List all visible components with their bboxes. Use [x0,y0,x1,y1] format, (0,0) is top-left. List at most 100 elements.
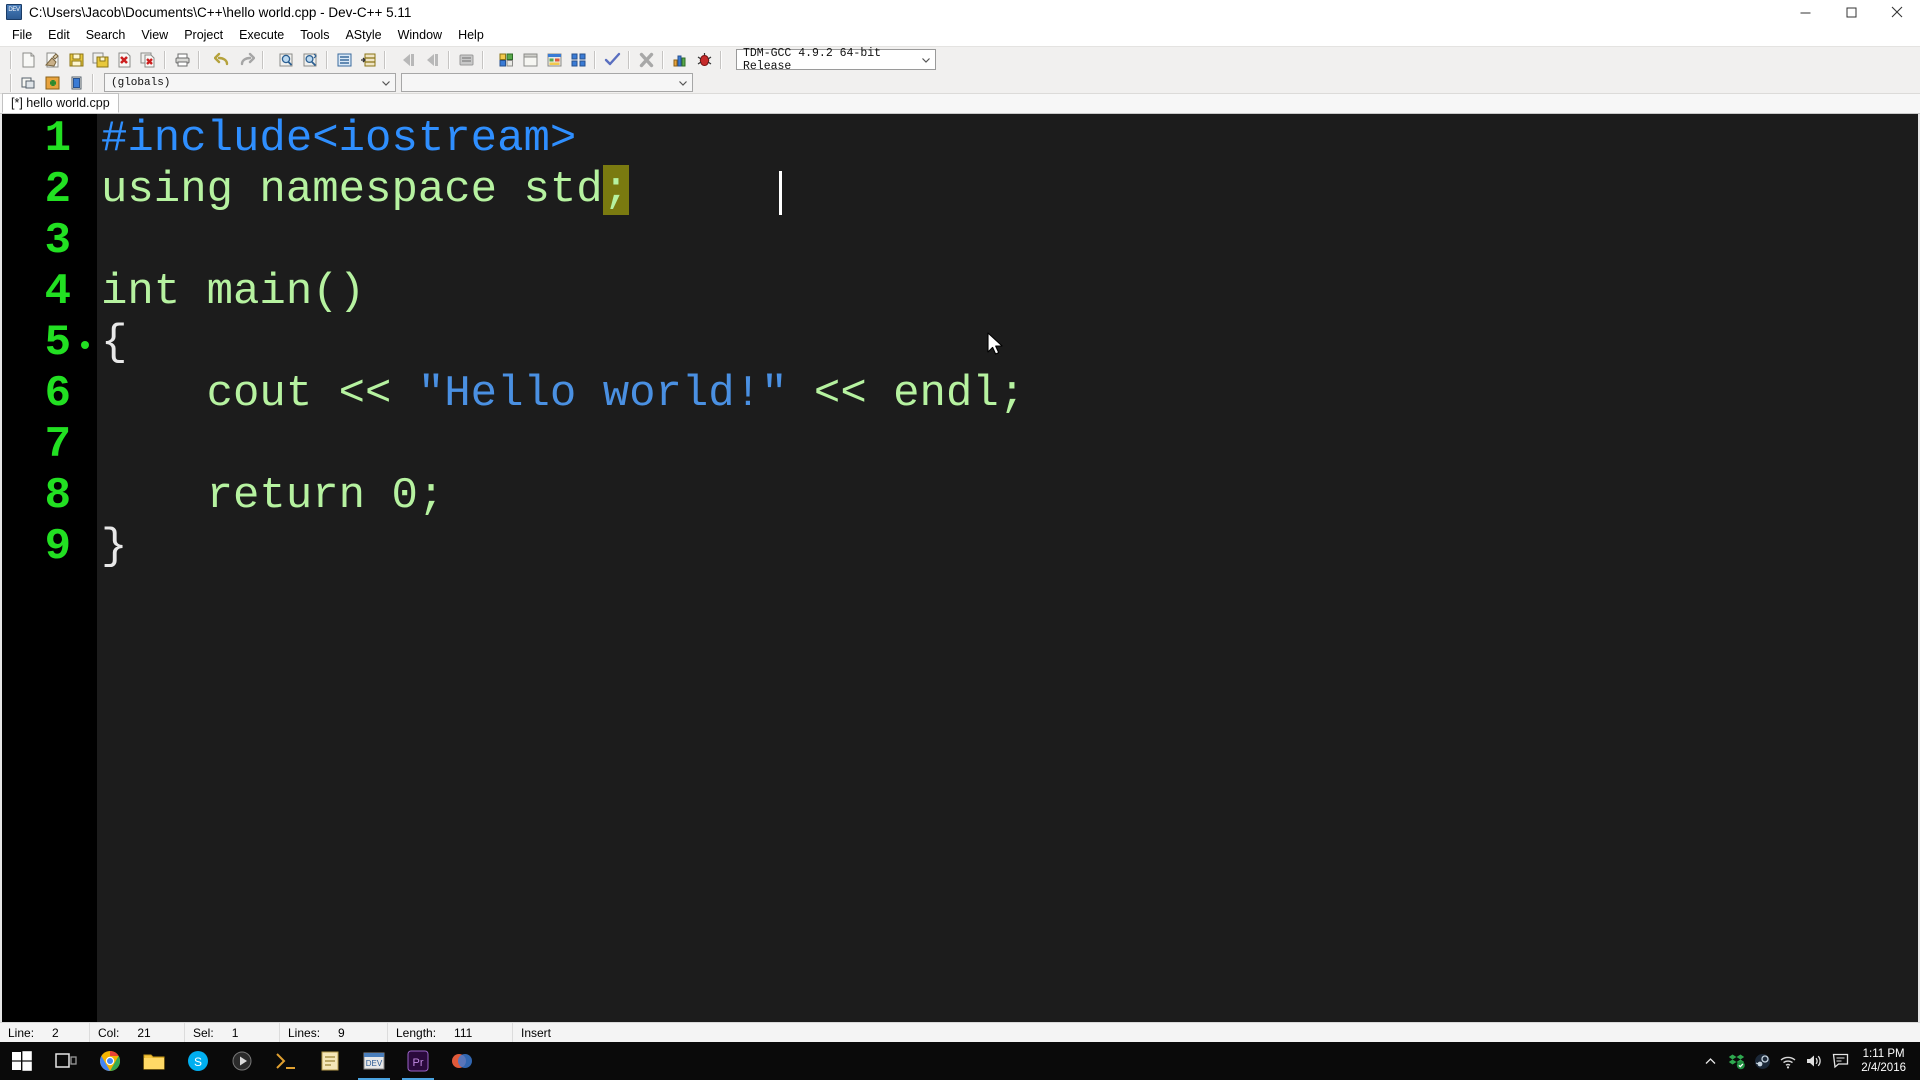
code-line: int main() [97,267,1918,318]
code-line: using namespace std; [97,165,1918,216]
toolbar-separator-1 [164,50,166,69]
status-lines: Lines: 9 [280,1022,388,1043]
dev-cpp-window: C:\Users\Jacob\Documents\C++\hello world… [0,0,1920,1080]
line-number: 1 [44,114,71,164]
replace-button[interactable] [299,49,321,71]
menu-execute[interactable]: Execute [231,26,292,44]
close-all-button[interactable] [137,49,159,71]
code-line: { [97,318,1918,369]
toolbar-grip-1 [10,50,12,69]
goto-line-button[interactable] [333,49,355,71]
taskbar-clock[interactable]: 1:11 PM 2/4/2016 [1853,1047,1914,1075]
taskbar-photoshop[interactable] [440,1042,484,1080]
open-file-button[interactable] [41,49,63,71]
code-token: << endl; [787,369,1026,419]
add-to-project-button[interactable] [41,72,63,94]
abort-compilation-button[interactable] [635,49,657,71]
close-file-button[interactable] [113,49,135,71]
code-line: #include<iostream> [97,114,1918,165]
code-token: cout << [101,369,418,419]
tray-speaker-icon[interactable] [1801,1042,1827,1080]
code-line: cout << "Hello world!" << endl; [97,369,1918,420]
menu-astyle[interactable]: AStyle [337,26,389,44]
new-project-button[interactable] [495,49,517,71]
profile-analysis-button[interactable] [669,49,691,71]
toolbar-separator-6 [448,50,450,69]
taskbar-skype[interactable]: S [176,1042,220,1080]
toolbar-separator-12 [92,73,94,92]
scope-select[interactable]: (globals) [104,73,396,92]
menu-view[interactable]: View [133,26,176,44]
toolbar-separator-7 [482,50,484,69]
close-button[interactable] [1874,0,1920,24]
taskbar-premiere[interactable]: Pr [396,1042,440,1080]
code-token: using namespace std [101,165,603,215]
project-options-button[interactable] [543,49,565,71]
back-button[interactable] [397,49,419,71]
menu-project[interactable]: Project [176,26,231,44]
new-source-file-button[interactable] [519,49,541,71]
fold-marker-icon[interactable] [81,341,89,349]
taskbar-chrome[interactable] [88,1042,132,1080]
status-col: Col: 21 [90,1022,185,1043]
code-token: { [101,318,128,368]
new-file-button[interactable] [17,49,39,71]
goto-function-button[interactable] [357,49,379,71]
show-hidden-icons-button[interactable] [1697,1042,1723,1080]
clock-date: 2/4/2016 [1861,1062,1906,1074]
taskbar-file-explorer[interactable] [132,1042,176,1080]
save-all-button[interactable] [89,49,111,71]
tray-action-center-icon[interactable] [1827,1042,1853,1080]
chevron-down-icon [678,78,688,88]
taskbar-terminal[interactable] [264,1042,308,1080]
compiler-select[interactable]: TDM-GCC 4.9.2 64-bit Release [736,47,936,73]
editor-tab-hello-world[interactable]: [*] hello world.cpp [2,93,119,113]
status-col-value: 21 [137,1025,151,1040]
taskbar-media[interactable] [220,1042,264,1080]
maximize-button[interactable] [1828,0,1874,24]
task-view-button[interactable] [44,1042,88,1080]
compiler-options-button[interactable] [567,49,589,71]
toolbar-separator-9 [628,50,630,69]
tray-wifi-icon[interactable] [1775,1042,1801,1080]
status-line-value: 2 [52,1025,59,1040]
editor-tab-label: [*] hello world.cpp [11,96,110,110]
toolbar-grip-2 [10,73,12,92]
tray-steam-icon[interactable] [1749,1042,1775,1080]
toggle-bookmark-button[interactable] [455,49,477,71]
dev-cpp-icon [6,4,22,20]
minimize-button[interactable] [1782,0,1828,24]
taskbar-devcpp[interactable]: DEV [352,1042,396,1080]
toolbar-separator-11 [720,50,722,69]
tray-dropbox-icon[interactable] [1723,1042,1749,1080]
forward-button[interactable] [421,49,443,71]
start-button[interactable] [0,1042,44,1080]
title-bar: C:\Users\Jacob\Documents\C++\hello world… [0,0,1920,24]
save-button[interactable] [65,49,87,71]
code-token-string: "Hello world!" [417,369,788,419]
find-button[interactable] [275,49,297,71]
menu-tools[interactable]: Tools [292,26,337,44]
taskbar-notepad[interactable] [308,1042,352,1080]
code-editor[interactable]: 1 2 3 4 5 6 7 8 9 #include<iostream> usi… [0,114,1920,1022]
menu-help[interactable]: Help [450,26,492,44]
line-number: 9 [44,522,71,572]
menu-file[interactable]: File [4,26,40,44]
menu-search[interactable]: Search [78,26,134,44]
member-select[interactable] [401,73,693,92]
code-line: return 0; [97,471,1918,522]
compile-button[interactable] [601,49,623,71]
undo-button[interactable] [211,49,233,71]
redo-button[interactable] [235,49,257,71]
main-toolbar: TDM-GCC 4.9.2 64-bit Release [0,46,1920,73]
remove-from-project-button[interactable] [65,72,87,94]
menu-window[interactable]: Window [390,26,450,44]
debug-button[interactable] [693,49,715,71]
print-button[interactable] [171,49,193,71]
menu-edit[interactable]: Edit [40,26,78,44]
project-manager-button[interactable] [17,72,39,94]
status-insert-mode[interactable]: Insert [513,1023,1920,1043]
code-text-area[interactable]: #include<iostream> using namespace std; … [97,114,1918,1022]
